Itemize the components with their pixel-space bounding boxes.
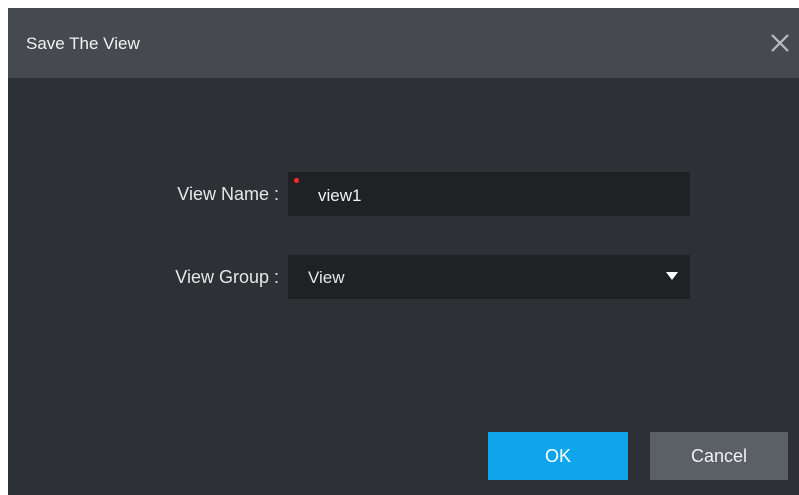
triangle-down-icon[interactable] xyxy=(666,272,678,280)
dialog-title: Save The View xyxy=(26,34,140,53)
view-group-row: View Group : View xyxy=(8,255,799,299)
required-indicator-icon xyxy=(294,178,299,183)
view-group-selected-value: View xyxy=(308,268,345,287)
close-icon[interactable] xyxy=(765,28,795,58)
view-group-label: View Group : xyxy=(175,267,279,287)
cancel-button[interactable]: Cancel xyxy=(650,432,788,480)
save-view-dialog: Save The View View Name : View Group : V… xyxy=(8,8,799,495)
view-name-input[interactable] xyxy=(318,172,678,216)
view-name-field-box xyxy=(288,172,690,216)
view-name-row: View Name : xyxy=(8,172,799,216)
view-name-label: View Name : xyxy=(177,184,279,204)
view-group-select[interactable]: View xyxy=(288,255,690,299)
ok-button[interactable]: OK xyxy=(488,432,628,480)
dialog-titlebar: Save The View xyxy=(8,8,799,78)
